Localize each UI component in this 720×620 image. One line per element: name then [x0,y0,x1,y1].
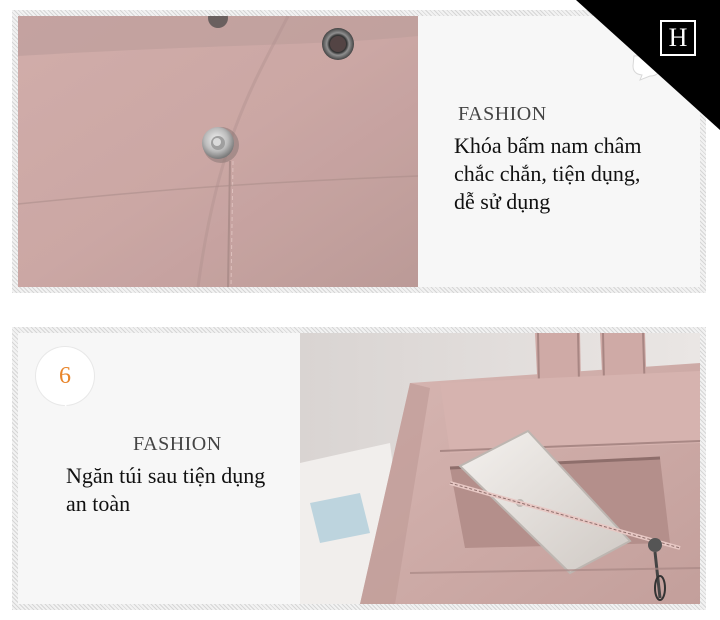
bottom-caption-text: Ngăn túi sau tiện dụng an toàn [66,463,266,516]
magnetic-clasp-image [18,16,418,287]
back-pocket-photo [300,333,700,604]
bottom-feature-panel: 6 FASHION Ngăn túi sau tiện dụng an toàn [12,327,706,610]
brand-logo: H [660,20,696,56]
bubble-tail [56,393,70,407]
fashion-label: FASHION [133,433,222,455]
logo-letter: H [668,23,688,52]
magnetic-clasp-photo [18,16,418,287]
top-caption-text: Khóa bấm nam châm chắc chắn, tiện dụng, … [454,133,642,214]
bottom-panel-inner: 6 FASHION Ngăn túi sau tiện dụng an toàn [18,333,700,604]
corner-ribbon [576,0,720,130]
bottom-caption: FASHION Ngăn túi sau tiện dụng an toàn [66,433,302,518]
back-pocket-image [300,333,700,604]
